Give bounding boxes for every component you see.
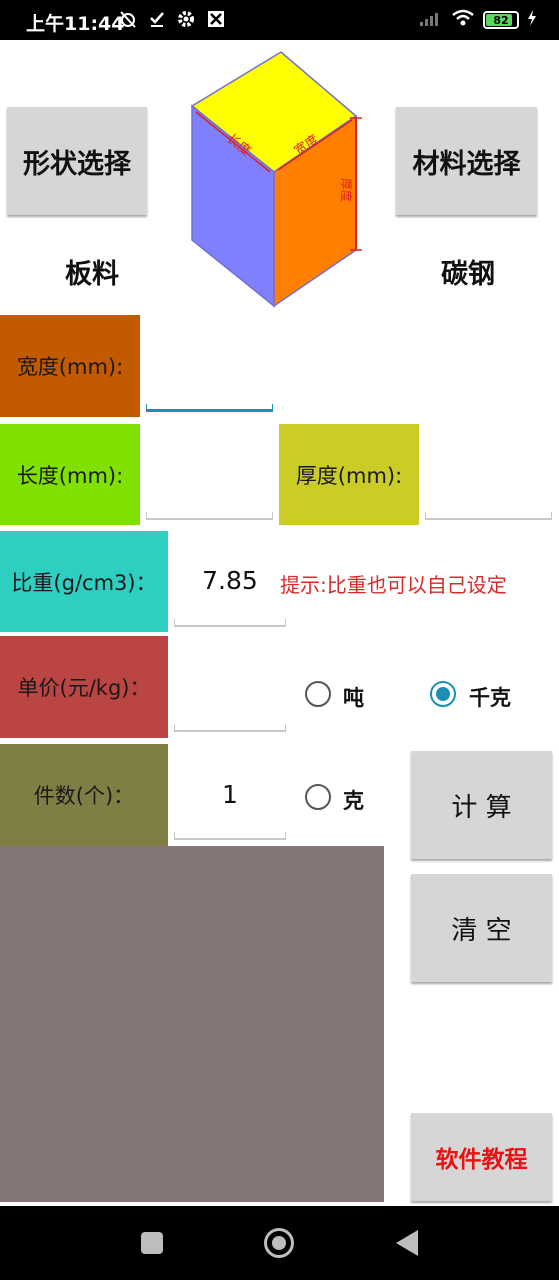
status-time: 上午11:44	[26, 13, 125, 35]
unit-gram-radio[interactable]	[305, 784, 331, 810]
count-input[interactable]	[174, 832, 286, 840]
thickness-input[interactable]	[425, 512, 552, 520]
battery-level: 82	[493, 13, 509, 27]
wifi-icon	[451, 9, 475, 31]
material-select-button[interactable]: 材料选择	[396, 107, 537, 215]
unit-ton-label: 吨	[343, 686, 364, 710]
length-input[interactable]	[146, 512, 273, 520]
gear-icon	[176, 9, 196, 34]
unit-ton-radio[interactable]	[305, 681, 331, 707]
price-label: 单价(元/kg)：	[0, 636, 168, 738]
density-hint: 提示:比重也可以自己设定	[280, 573, 507, 597]
status-bar: 上午11:44 82	[0, 0, 559, 40]
selected-shape-label: 板料	[65, 259, 119, 290]
recent-apps-icon[interactable]	[141, 1232, 163, 1254]
status-icons-right: 82	[419, 9, 537, 31]
selected-material-label: 碳钢	[441, 259, 495, 290]
thickness-label: 厚度(mm):	[279, 424, 419, 525]
calculate-button[interactable]: 计 算	[411, 751, 552, 859]
thickness-dimension-label: 厚度	[339, 178, 354, 202]
result-area	[0, 846, 384, 1202]
home-icon[interactable]	[264, 1228, 294, 1258]
tutorial-button[interactable]: 软件教程	[411, 1113, 552, 1201]
shape-select-button[interactable]: 形状选择	[7, 107, 147, 215]
navigation-bar	[0, 1206, 559, 1280]
plate-diagram: 长度 宽度 厚度	[190, 51, 362, 308]
unit-kg-radio[interactable]	[430, 681, 456, 707]
signal-icon	[419, 9, 443, 31]
unit-gram-label: 克	[343, 789, 364, 813]
width-input[interactable]	[146, 404, 273, 412]
alarm-off-icon	[118, 9, 138, 34]
count-label: 件数(个)：	[0, 744, 168, 846]
check-icon	[148, 9, 166, 34]
width-label: 宽度(mm):	[0, 315, 140, 417]
back-icon[interactable]	[396, 1230, 418, 1256]
unit-kg-label: 千克	[469, 686, 511, 710]
charging-icon	[527, 9, 537, 31]
app-content: 形状选择 板料 长度 宽度 厚度 材料选择 碳钢 宽度(mm): 长度(mm):…	[0, 40, 559, 1206]
density-value: 7.85	[202, 566, 258, 595]
clear-button[interactable]: 清 空	[411, 874, 552, 982]
price-input[interactable]	[174, 724, 286, 732]
status-icons-left	[118, 9, 226, 34]
density-label: 比重(g/cm3)：	[0, 531, 168, 632]
app-icon	[206, 9, 226, 34]
length-label: 长度(mm):	[0, 424, 140, 525]
density-input[interactable]	[174, 619, 286, 627]
battery-icon: 82	[483, 11, 519, 29]
count-value: 1	[222, 780, 238, 809]
